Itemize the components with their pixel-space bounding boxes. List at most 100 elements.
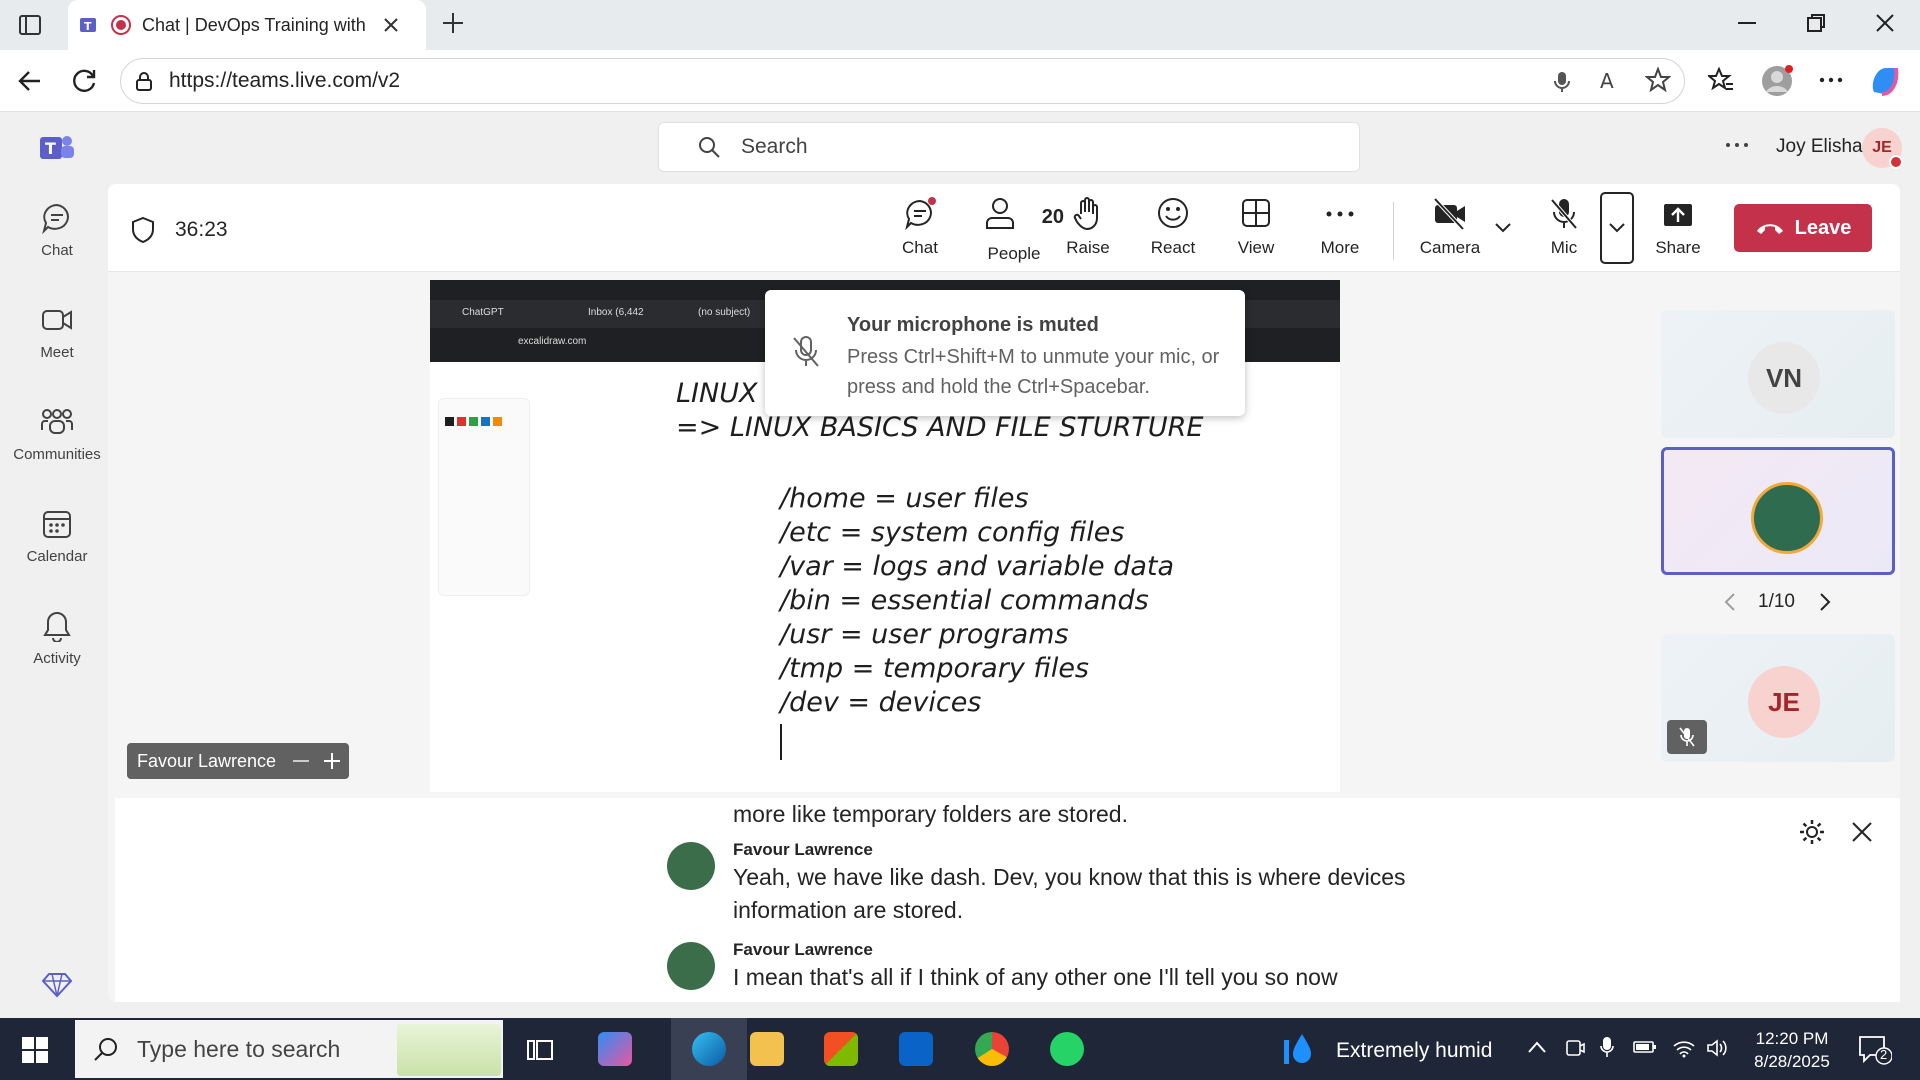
battery-icon[interactable] [1633, 1040, 1657, 1054]
zoom-in-icon[interactable] [322, 751, 342, 771]
note-line: /tmp = temporary files [780, 653, 1089, 684]
premium-diamond-icon[interactable] [42, 972, 72, 998]
mail-icon[interactable] [899, 1032, 933, 1066]
voice-search-icon[interactable] [1553, 70, 1571, 94]
participant-tile[interactable]: JE [1661, 634, 1895, 762]
mic-button[interactable]: Mic [1524, 196, 1604, 258]
mic-options-chevron[interactable] [1600, 192, 1634, 264]
chat-icon [42, 203, 69, 234]
participant-tile[interactable]: VN [1661, 310, 1895, 438]
people-icon [985, 198, 1014, 229]
shared-tab-2: Inbox (6,442 [588, 307, 644, 318]
more-options-icon[interactable] [1818, 70, 1844, 90]
task-view-icon[interactable] [526, 1036, 554, 1064]
back-icon[interactable] [16, 67, 44, 95]
chat-button[interactable]: Chat [880, 196, 960, 258]
favorite-star-icon[interactable] [1645, 67, 1671, 93]
shield-icon[interactable] [130, 216, 156, 244]
weather-drop-icon [1284, 1032, 1312, 1066]
leave-button[interactable]: Leave [1734, 204, 1872, 252]
meet-now-icon[interactable] [1565, 1038, 1585, 1058]
user-name: Joy Elisha [1776, 136, 1863, 157]
participant-avatar: VN [1748, 342, 1820, 414]
react-button[interactable]: React [1133, 196, 1213, 258]
tab-actions-icon[interactable] [18, 13, 42, 37]
note-line: /bin = essential commands [780, 585, 1149, 616]
more-label: More [1320, 238, 1360, 257]
rail-label-chat: Chat [41, 242, 73, 259]
chrome-icon[interactable] [975, 1032, 1009, 1066]
browser-tab-active[interactable]: T Chat | DevOps Training with I [68, 0, 426, 50]
raise-label: Raise [1066, 238, 1110, 257]
lock-icon [136, 72, 152, 91]
rail-item-activity[interactable]: Activity [0, 610, 114, 667]
new-tab-icon[interactable] [440, 10, 466, 36]
notification-center-icon[interactable]: 2 [1858, 1034, 1892, 1066]
close-window-icon[interactable] [1874, 12, 1896, 34]
rail-item-calendar[interactable]: Calendar [0, 508, 114, 565]
restore-icon[interactable] [1805, 12, 1827, 34]
taskbar-search-placeholder: Type here to search [137, 1035, 341, 1062]
note-line: /usr = user programs [780, 619, 1069, 650]
user-initials: JE [1872, 139, 1892, 156]
clock[interactable]: 12:20 PM 8/28/2025 [1748, 1027, 1836, 1073]
copilot-icon[interactable] [1868, 64, 1902, 98]
caption-settings-gear-icon[interactable] [1798, 818, 1826, 846]
url-field[interactable]: https://teams.live.com/v2 [120, 58, 1685, 104]
volume-icon[interactable] [1706, 1038, 1730, 1058]
browser-tab-title: Chat | DevOps Training with I [142, 14, 372, 35]
participant-avatar: JE [1748, 666, 1820, 738]
rail-item-communities[interactable]: Communities [0, 406, 114, 463]
shared-tab-3: (no subject) [698, 307, 751, 318]
teams-more-icon[interactable] [1725, 138, 1749, 152]
close-captions-icon[interactable] [1850, 820, 1874, 844]
chat-icon [905, 197, 936, 231]
hand-icon [1073, 197, 1098, 231]
note-line: /home = user files [780, 483, 1029, 514]
profile-avatar-icon[interactable] [1760, 64, 1794, 98]
presenter-name: Favour Lawrence [137, 750, 277, 771]
close-tab-icon[interactable] [382, 16, 400, 34]
refresh-icon[interactable] [70, 67, 98, 95]
calendar-icon [43, 511, 71, 538]
whatsapp-icon[interactable] [1050, 1032, 1084, 1066]
rail-item-meet[interactable]: Meet [0, 304, 114, 361]
hang-up-icon [1756, 224, 1783, 234]
shared-tab-1: ChatGPT [462, 307, 504, 318]
copilot-app-icon[interactable] [598, 1032, 632, 1066]
presenter-name-chip[interactable]: Favour Lawrence [127, 743, 349, 779]
teams-search-field[interactable]: Search [658, 122, 1360, 172]
mic-label: Mic [1550, 238, 1578, 257]
camera-button[interactable]: Camera [1410, 196, 1490, 258]
share-button[interactable]: Share [1638, 196, 1718, 258]
speaker-avatar [667, 942, 715, 990]
microsoft-store-icon[interactable] [824, 1032, 858, 1066]
wifi-icon[interactable] [1672, 1038, 1696, 1058]
camera-options-chevron-icon[interactable] [1494, 222, 1512, 234]
search-icon [699, 137, 720, 158]
microphone-tray-icon[interactable] [1600, 1036, 1614, 1058]
leave-label: Leave [1794, 216, 1852, 239]
read-aloud-icon[interactable]: A [1598, 68, 1624, 94]
search-placeholder: Search [741, 135, 808, 158]
minimize-icon[interactable] [1736, 12, 1758, 34]
show-hidden-icons-chevron-icon[interactable] [1527, 1040, 1547, 1054]
more-button[interactable]: More [1300, 196, 1380, 258]
favorites-icon[interactable] [1708, 67, 1734, 93]
rail-item-chat[interactable]: Chat [0, 202, 114, 259]
participant-tile-active-speaker[interactable] [1661, 447, 1895, 575]
edge-browser-icon[interactable] [692, 1032, 726, 1066]
excalidraw-properties-panel [438, 398, 530, 596]
file-explorer-icon[interactable] [750, 1032, 784, 1066]
drawing-heading-partial: LINUX [676, 378, 758, 409]
toast-title: Your microphone is muted [847, 314, 1099, 336]
prev-page-chevron-icon[interactable] [1723, 592, 1737, 612]
weather-text[interactable]: Extremely humid [1336, 1039, 1492, 1063]
caption-previous: more like temporary folders are stored. [733, 801, 1128, 827]
view-button[interactable]: View [1216, 196, 1296, 258]
raise-hand-button[interactable]: Raise [1048, 196, 1128, 258]
zoom-out-icon[interactable] [292, 755, 310, 767]
start-windows-icon[interactable] [22, 1037, 48, 1063]
next-page-chevron-icon[interactable] [1818, 592, 1832, 612]
taskbar-search-field[interactable]: Type here to search [75, 1020, 503, 1078]
